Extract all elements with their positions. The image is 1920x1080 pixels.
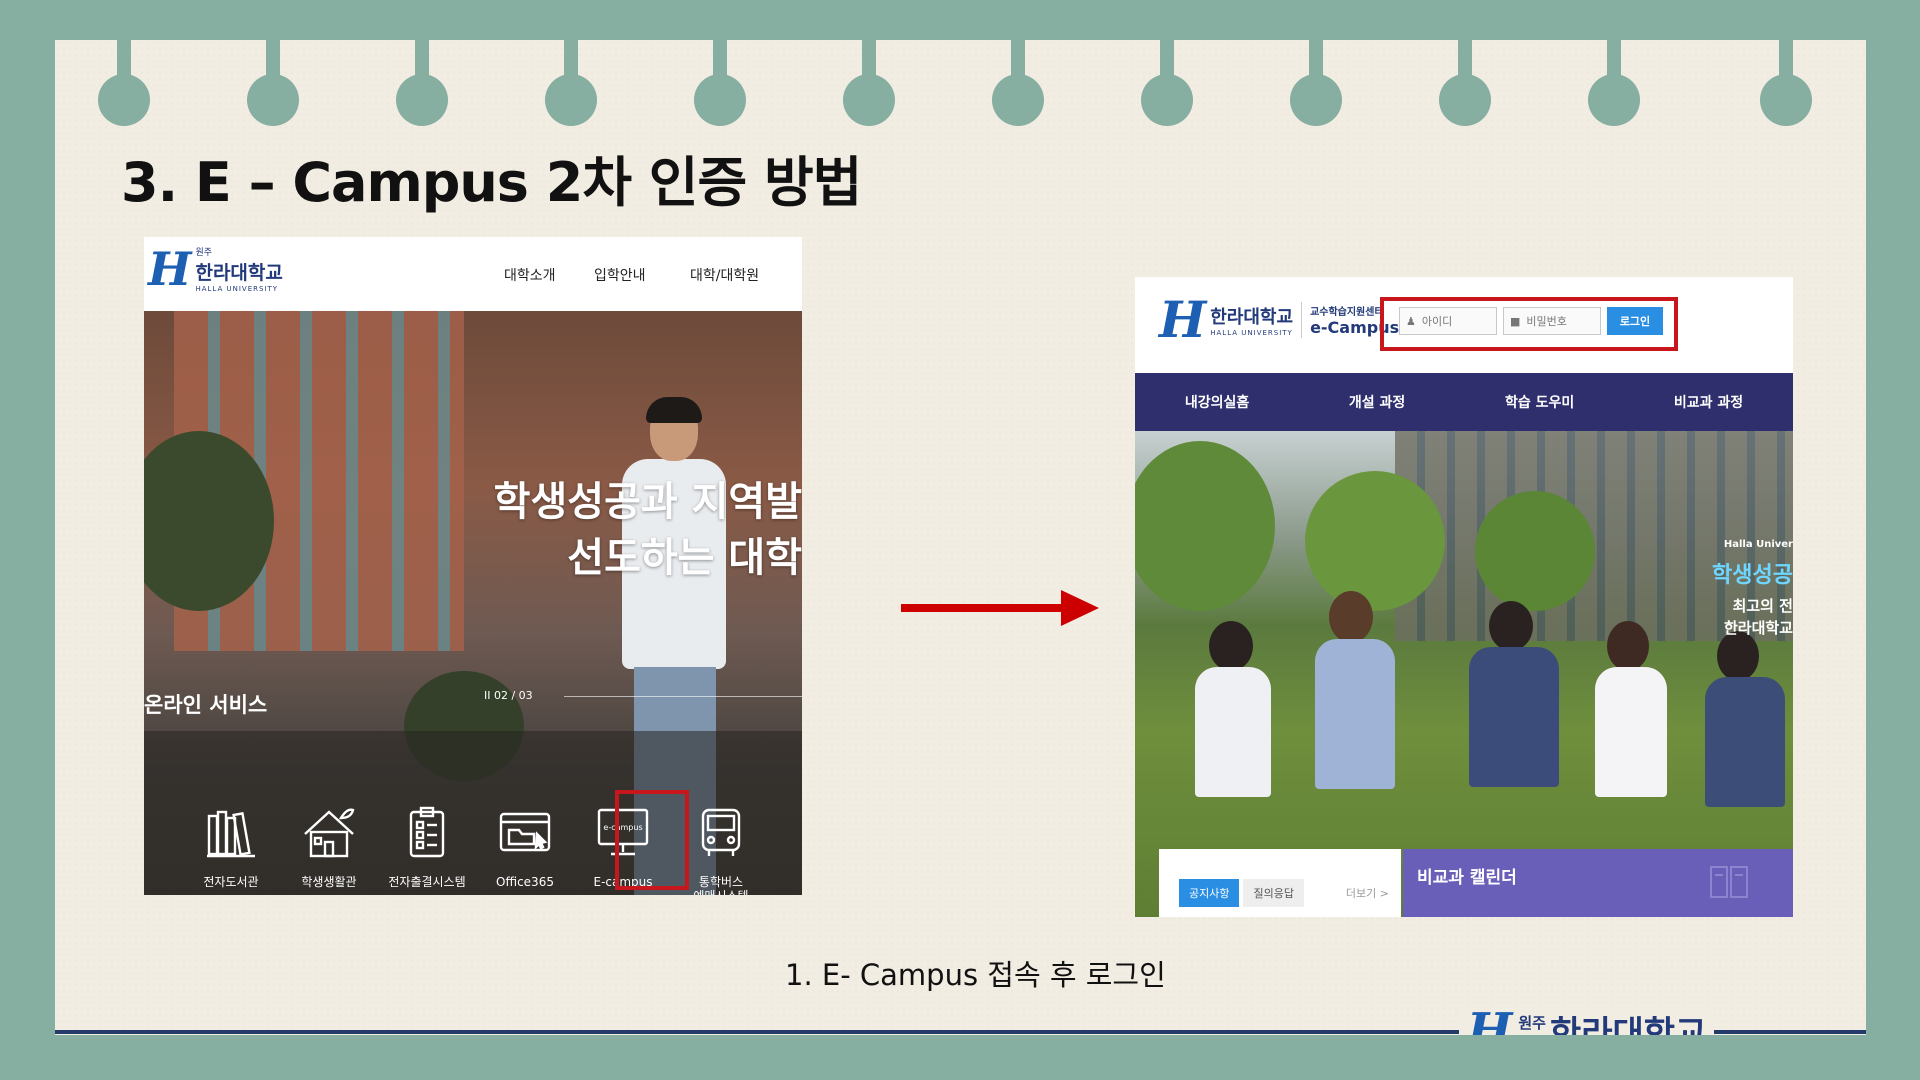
- ecampus-logo[interactable]: H 한라대학교 HALLA UNIVERSITY 교수학습지원센터 e-Camp…: [1159, 295, 1399, 345]
- service-label: 학생생활관: [301, 875, 357, 889]
- step-caption: 1. E- Campus 접속 후 로그인: [785, 958, 1166, 992]
- nav-extracurricular[interactable]: 비교과 과정: [1674, 392, 1743, 412]
- binder-ring: [545, 40, 597, 126]
- nav-courses[interactable]: 개설 과정: [1349, 392, 1405, 412]
- tab-notices[interactable]: 공지사항: [1179, 879, 1240, 907]
- book-icon: [1710, 866, 1748, 898]
- tree: [1475, 491, 1595, 611]
- more-link[interactable]: 더보기 >: [1346, 885, 1389, 901]
- hero-side-line1: 최고의 전: [1732, 597, 1793, 615]
- service-label: 전자도서관: [203, 875, 259, 889]
- binder-ring: [1141, 40, 1193, 126]
- notice-panel: 공지사항 질의응답 더보기 >: [1159, 849, 1401, 917]
- hero-headline-line1: 학생성공과 지역발: [493, 479, 802, 525]
- logo-name: 한라대학교: [1210, 307, 1294, 328]
- nav-college[interactable]: 대학/대학원: [690, 265, 759, 285]
- binder-ring: [1760, 40, 1812, 126]
- university-logo[interactable]: H 원주 한라대학교 HALLA UNIVERSITY: [148, 245, 283, 293]
- service-office365[interactable]: Office365: [479, 797, 571, 889]
- hero-side-line2: 한라대학교: [1723, 619, 1793, 637]
- h-logo-icon: H: [148, 242, 192, 296]
- service-label: 전자출결시스템: [388, 875, 466, 889]
- nav-about[interactable]: 대학소개: [504, 265, 556, 285]
- binder-ring: [843, 40, 895, 126]
- footer-logo-small: 원주: [1518, 1014, 1546, 1032]
- university-homepage-screenshot: H 원주 한라대학교 HALLA UNIVERSITY 대학소개 입학안내 대학…: [144, 237, 802, 895]
- dormitory-icon: [304, 808, 355, 858]
- service-label: Office365: [496, 875, 554, 889]
- binder-ring: [1290, 40, 1342, 126]
- online-services-title: 온라인 서비스: [144, 693, 268, 717]
- service-dormitory[interactable]: 학생생활관: [283, 797, 375, 889]
- hero-headline-line2: 선도하는 대학: [567, 535, 802, 581]
- binder-ring: [98, 40, 150, 126]
- calendar-title: 비교과 캘린더: [1417, 868, 1517, 888]
- service-library[interactable]: 전자도서관: [185, 797, 277, 889]
- ecampus-screenshot: H 한라대학교 HALLA UNIVERSITY 교수학습지원센터 e-Camp…: [1135, 277, 1793, 917]
- h-logo-icon: H: [1467, 1002, 1513, 1036]
- service-attendance[interactable]: 전자출결시스템: [381, 797, 473, 889]
- nav-admission[interactable]: 입학안내: [594, 265, 646, 285]
- ecampus-highlight-box: [615, 790, 689, 890]
- logo-subtitle: HALLA UNIVERSITY: [1210, 329, 1293, 337]
- office-icon: [499, 812, 551, 852]
- library-icon: [207, 810, 255, 858]
- tab-qna[interactable]: 질의응답: [1243, 879, 1304, 907]
- logo-name: 한라대학교: [195, 262, 283, 284]
- footer-logo: H 원주 한라대학교: [1459, 1002, 1715, 1036]
- nav-my-classroom[interactable]: 내강의실홈: [1185, 392, 1249, 412]
- hero-side-small: Halla Univer: [1723, 539, 1793, 550]
- homepage-header: H 원주 한라대학교 HALLA UNIVERSITY 대학소개 입학안내 대학…: [144, 237, 802, 311]
- page-title: 3. E – Campus 2차 인증 방법: [121, 151, 862, 214]
- binder-ring: [992, 40, 1044, 126]
- tree: [1135, 441, 1275, 611]
- binder-ring: [694, 40, 746, 126]
- logo-subtitle: HALLA UNIVERSITY: [195, 285, 279, 293]
- hero-side-headline: 학생성공: [1712, 563, 1793, 588]
- login-highlight-box: [1380, 297, 1678, 351]
- slide-pager[interactable]: II 02 / 03: [484, 689, 533, 702]
- binder-ring: [247, 40, 299, 126]
- right-arrow-icon: [901, 590, 1099, 626]
- ecampus-nav: 내강의실홈 개설 과정 학습 도우미 비교과 과정: [1135, 373, 1793, 431]
- slide-paper: 3. E – Campus 2차 인증 방법 H 원주 한라대학교 HALLA …: [55, 40, 1866, 1035]
- h-logo-icon: H: [1159, 290, 1207, 349]
- bus-icon: [701, 808, 741, 856]
- footer-logo-name: 한라대학교: [1549, 1014, 1707, 1035]
- ecampus-hero-photo: Halla Univer 학생성공 최고의 전 한라대학교: [1135, 431, 1793, 917]
- logo-small-text: 원주: [195, 248, 213, 258]
- tree: [1305, 471, 1445, 611]
- binder-ring: [1588, 40, 1640, 126]
- nav-learning-help[interactable]: 학습 도우미: [1505, 392, 1574, 412]
- calendar-panel[interactable]: 비교과 캘린더: [1403, 849, 1793, 917]
- pager-progress-line: [564, 696, 802, 697]
- attendance-icon: [409, 806, 445, 858]
- binder-ring: [1439, 40, 1491, 126]
- binder-ring: [396, 40, 448, 126]
